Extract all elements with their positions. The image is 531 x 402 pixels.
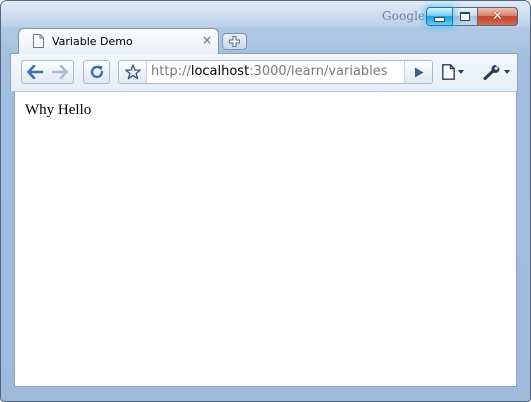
maximize-icon <box>460 12 470 21</box>
tab-title: Variable Demo <box>52 35 133 48</box>
google-brand-label: Google <box>382 9 426 23</box>
url-path: :3000/learn/variables <box>249 64 388 79</box>
play-icon <box>414 67 423 77</box>
reload-icon <box>90 65 103 79</box>
forward-button[interactable] <box>47 60 74 84</box>
page-body-text: Why Hello <box>25 102 92 118</box>
url-scheme: http:// <box>151 64 191 79</box>
plus-icon <box>229 36 240 47</box>
star-icon <box>124 64 141 80</box>
forward-arrow-icon <box>52 65 68 79</box>
back-button[interactable] <box>21 60 48 84</box>
bookmark-star-button[interactable] <box>119 61 147 83</box>
minimize-icon <box>434 17 445 22</box>
wrench-icon <box>482 65 500 80</box>
tools-menu-button[interactable] <box>479 60 513 84</box>
close-icon: ✕ <box>492 9 503 24</box>
browser-window: Google ✕ Variable Demo × http://localhos… <box>0 0 531 402</box>
browser-toolbar: http://localhost:3000/learn/variables <box>10 53 518 91</box>
reload-button[interactable] <box>83 60 110 84</box>
page-menu-icon <box>442 64 455 80</box>
page-content: Why Hello <box>14 91 517 387</box>
chevron-down-icon <box>458 70 464 74</box>
url-text[interactable]: http://localhost:3000/learn/variables <box>151 64 388 79</box>
tab-close-icon[interactable]: × <box>202 34 212 46</box>
close-button[interactable]: ✕ <box>478 7 518 26</box>
chevron-down-icon <box>503 70 510 74</box>
tab-variable-demo[interactable]: Variable Demo × <box>18 28 219 54</box>
url-host: localhost <box>190 64 250 79</box>
go-button[interactable] <box>404 61 432 83</box>
page-icon <box>33 34 44 48</box>
maximize-button[interactable] <box>453 7 478 26</box>
page-menu-button[interactable] <box>437 60 469 84</box>
back-arrow-icon <box>26 65 43 79</box>
new-tab-button[interactable] <box>222 33 247 50</box>
address-bar[interactable]: http://localhost:3000/learn/variables <box>118 60 433 84</box>
window-caption-buttons: ✕ <box>426 7 518 26</box>
minimize-button[interactable] <box>426 7 453 26</box>
